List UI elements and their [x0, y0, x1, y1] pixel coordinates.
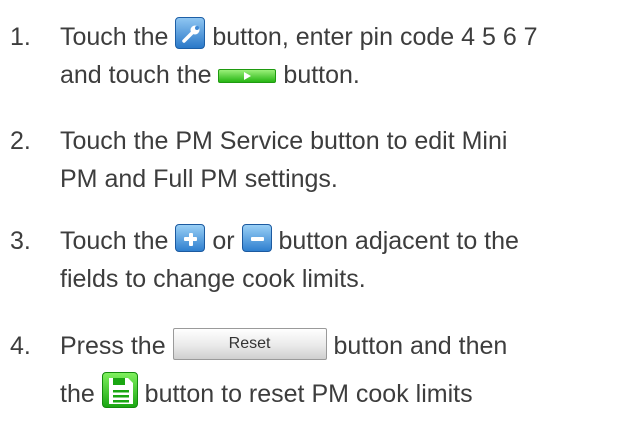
step-text: button and then: [333, 332, 508, 360]
step-line: and touch the button.: [60, 56, 640, 94]
step-text: or: [212, 227, 235, 255]
step-text: button adjacent to the: [278, 227, 519, 255]
step-number: 1.: [10, 23, 31, 51]
step-line: the button to reset PM cook limits: [60, 370, 640, 418]
step-text: button to reset PM cook limits: [144, 380, 473, 408]
save-icon: [101, 372, 138, 409]
step-text: button.: [283, 61, 360, 89]
step-text: Press the: [60, 332, 166, 360]
reset-button-image: Reset: [172, 328, 327, 361]
step-line: Touch the or button adjacent to the: [60, 222, 640, 260]
step-text: button, enter pin code 4 5 6 7: [212, 23, 538, 51]
step-text: the: [60, 380, 95, 408]
wrench-icon: [175, 17, 206, 50]
step-text: PM and Full PM settings.: [60, 165, 338, 193]
step-number: 4.: [10, 332, 31, 360]
plus-icon: [175, 224, 206, 253]
minus-icon: [241, 224, 272, 253]
step-text: and touch the: [60, 61, 212, 89]
step-text: fields to change cook limits.: [60, 265, 366, 293]
step-number: 2.: [10, 127, 31, 155]
step-text: Touch the: [60, 23, 169, 51]
step-text: Touch the PM Service button to edit Mini: [60, 127, 508, 155]
arrow-glyph: [244, 72, 252, 81]
step-number: 3.: [10, 227, 31, 255]
step-text: Touch the: [60, 227, 169, 255]
step-line: Press the Reset button and then: [60, 322, 640, 370]
play-arrow-icon: [218, 69, 277, 84]
step-line: Touch the button, enter pin code 4 5 6 7: [60, 17, 640, 56]
